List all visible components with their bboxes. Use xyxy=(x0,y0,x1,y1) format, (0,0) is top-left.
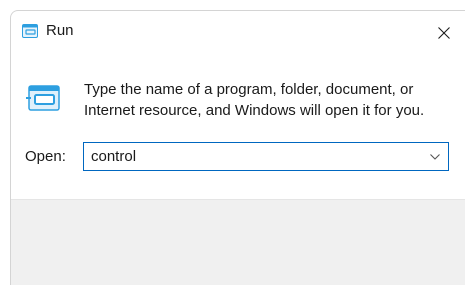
open-dropdown-button[interactable] xyxy=(422,143,448,170)
dialog-description: Type the name of a program, folder, docu… xyxy=(84,81,425,119)
run-dialog-window: Run Type the name of a program, folder, … xyxy=(10,10,465,285)
chevron-down-icon xyxy=(430,154,440,160)
open-combobox[interactable] xyxy=(83,142,449,171)
dialog-footer xyxy=(11,199,465,285)
run-app-icon xyxy=(25,84,61,112)
title-bar[interactable]: Run xyxy=(11,11,465,49)
close-button[interactable] xyxy=(427,18,461,48)
run-app-icon xyxy=(22,24,38,38)
window-title: Run xyxy=(46,22,74,39)
open-label: Open: xyxy=(25,148,66,165)
close-icon xyxy=(438,27,450,39)
open-input[interactable] xyxy=(84,143,420,170)
